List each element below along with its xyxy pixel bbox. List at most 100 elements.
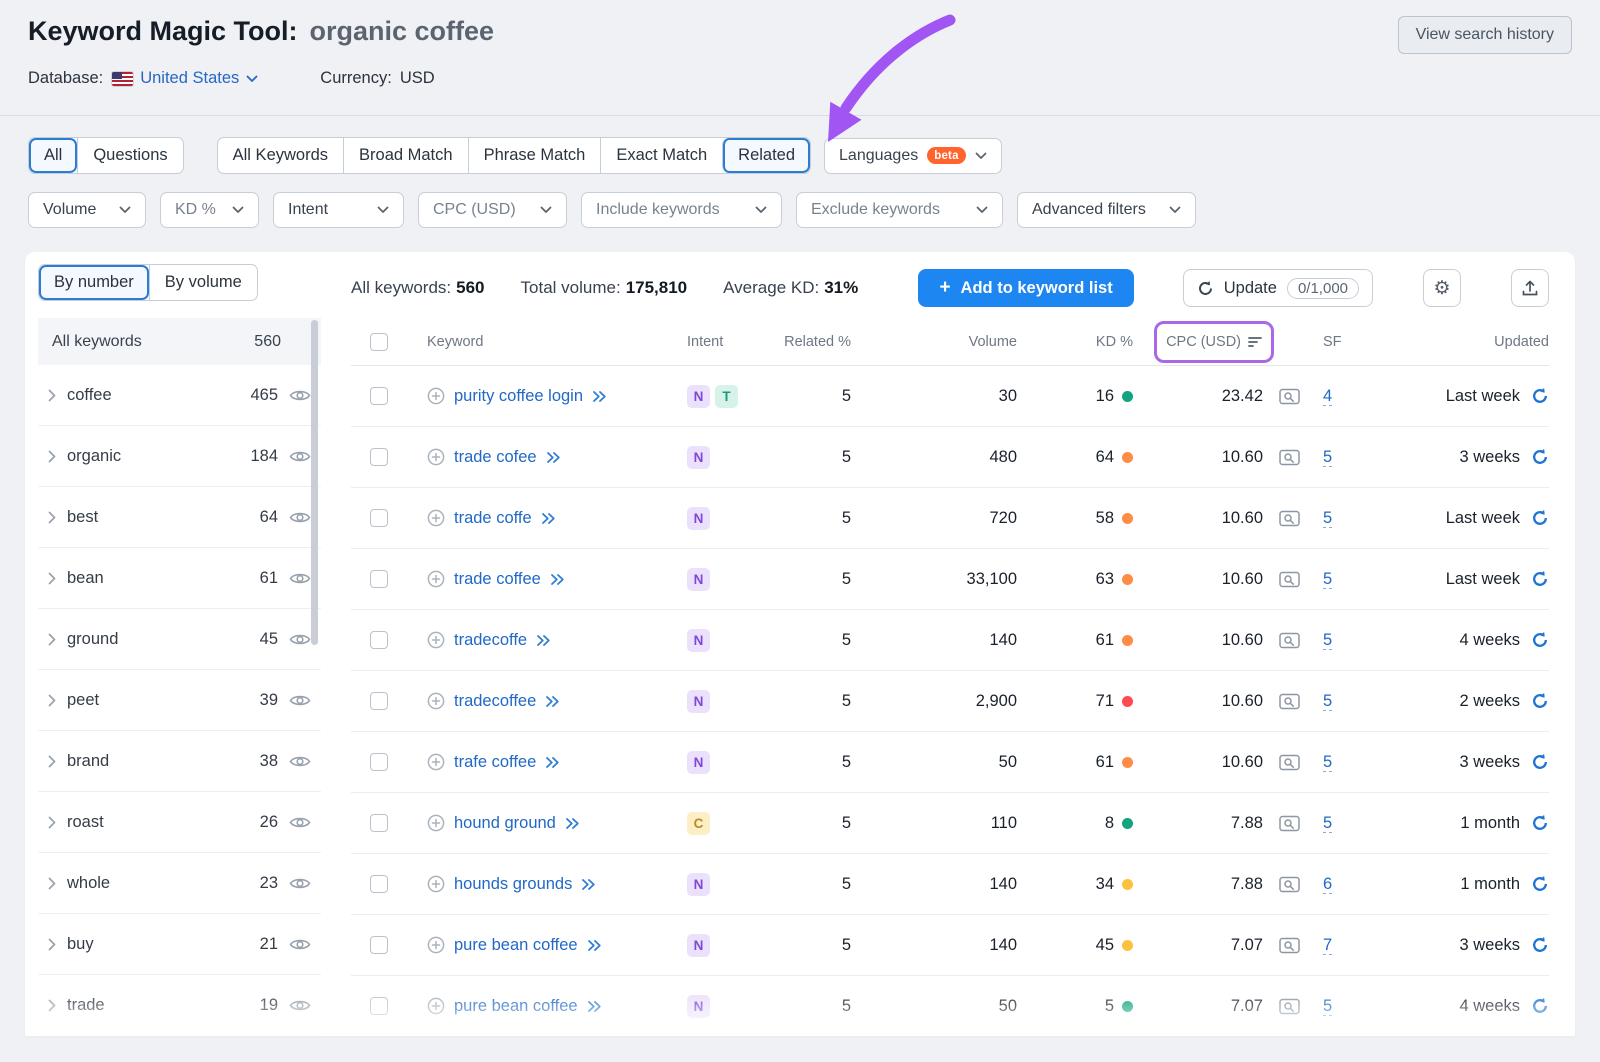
match-tab[interactable]: Questions bbox=[77, 138, 182, 173]
keyword-group-item[interactable]: coffee 465 bbox=[38, 365, 321, 426]
sf-link[interactable]: 5 bbox=[1323, 692, 1332, 711]
column-header-cpc[interactable]: CPC (USD) bbox=[1133, 321, 1263, 363]
refresh-keyword-icon[interactable] bbox=[1531, 692, 1549, 710]
add-keyword-plus-icon[interactable] bbox=[427, 509, 445, 527]
serp-preview-icon[interactable] bbox=[1279, 509, 1300, 528]
keyword-group-item[interactable]: peet 39 bbox=[38, 670, 321, 731]
filter-dropdown[interactable]: Include keywords bbox=[581, 192, 782, 228]
add-keyword-plus-icon[interactable] bbox=[427, 814, 445, 832]
match-tab[interactable]: All bbox=[29, 138, 77, 173]
keyword-group-item[interactable]: organic 184 bbox=[38, 426, 321, 487]
sf-link[interactable]: 5 bbox=[1323, 570, 1332, 589]
sf-link[interactable]: 4 bbox=[1323, 387, 1332, 406]
open-keyword-icon[interactable] bbox=[541, 512, 556, 525]
keyword-link[interactable]: hounds grounds bbox=[454, 875, 572, 894]
filter-dropdown[interactable]: Exclude keywords bbox=[796, 192, 1003, 228]
row-checkbox[interactable] bbox=[370, 448, 388, 466]
keyword-link[interactable]: pure bean coffee bbox=[454, 997, 578, 1016]
column-header-sf[interactable]: SF bbox=[1315, 334, 1357, 350]
view-search-history-button[interactable]: View search history bbox=[1398, 16, 1572, 54]
keyword-group-item[interactable]: brand 38 bbox=[38, 731, 321, 792]
match-tab[interactable]: Exact Match bbox=[600, 138, 722, 173]
keyword-link[interactable]: trafe coffee bbox=[454, 753, 536, 772]
sf-link[interactable]: 5 bbox=[1323, 997, 1332, 1016]
row-checkbox[interactable] bbox=[370, 875, 388, 893]
open-keyword-icon[interactable] bbox=[545, 756, 560, 769]
serp-preview-icon[interactable] bbox=[1279, 631, 1300, 650]
refresh-keyword-icon[interactable] bbox=[1531, 875, 1549, 893]
serp-preview-icon[interactable] bbox=[1279, 814, 1300, 833]
keyword-group-item[interactable]: ground 45 bbox=[38, 609, 321, 670]
match-tab[interactable]: All Keywords bbox=[218, 138, 343, 173]
open-keyword-icon[interactable] bbox=[592, 390, 607, 403]
keyword-link[interactable]: tradecoffe bbox=[454, 631, 527, 650]
add-keyword-plus-icon[interactable] bbox=[427, 448, 445, 466]
sf-link[interactable]: 5 bbox=[1323, 509, 1332, 528]
all-keywords-group[interactable]: All keywords 560 bbox=[38, 318, 321, 365]
open-keyword-icon[interactable] bbox=[546, 451, 561, 464]
keyword-link[interactable]: trade coffe bbox=[454, 509, 532, 528]
eye-icon[interactable] bbox=[289, 388, 311, 403]
export-button[interactable] bbox=[1511, 269, 1549, 307]
column-header-updated[interactable]: Updated bbox=[1357, 334, 1549, 350]
keyword-group-item[interactable]: bean 61 bbox=[38, 548, 321, 609]
open-keyword-icon[interactable] bbox=[581, 878, 596, 891]
row-checkbox[interactable] bbox=[370, 570, 388, 588]
filter-dropdown[interactable]: Advanced filters bbox=[1017, 192, 1196, 228]
sf-link[interactable]: 5 bbox=[1323, 448, 1332, 467]
keyword-group-item[interactable]: buy 21 bbox=[38, 914, 321, 975]
row-checkbox[interactable] bbox=[370, 509, 388, 527]
keyword-link[interactable]: trade coffee bbox=[454, 570, 541, 589]
keyword-link[interactable]: hound ground bbox=[454, 814, 556, 833]
column-header-intent[interactable]: Intent bbox=[671, 334, 741, 350]
refresh-keyword-icon[interactable] bbox=[1531, 570, 1549, 588]
refresh-keyword-icon[interactable] bbox=[1531, 936, 1549, 954]
eye-icon[interactable] bbox=[289, 937, 311, 952]
eye-icon[interactable] bbox=[289, 632, 311, 647]
by-volume-toggle[interactable]: By volume bbox=[149, 265, 257, 300]
column-header-volume[interactable]: Volume bbox=[851, 334, 1017, 350]
open-keyword-icon[interactable] bbox=[587, 1000, 602, 1013]
column-header-kd[interactable]: KD % bbox=[1017, 334, 1133, 350]
column-header-keyword[interactable]: Keyword bbox=[407, 334, 671, 350]
eye-icon[interactable] bbox=[289, 510, 311, 525]
refresh-keyword-icon[interactable] bbox=[1531, 997, 1549, 1015]
add-keyword-plus-icon[interactable] bbox=[427, 875, 445, 893]
by-number-toggle[interactable]: By number bbox=[39, 265, 149, 300]
serp-preview-icon[interactable] bbox=[1279, 875, 1300, 894]
eye-icon[interactable] bbox=[289, 815, 311, 830]
open-keyword-icon[interactable] bbox=[565, 817, 580, 830]
add-keyword-plus-icon[interactable] bbox=[427, 753, 445, 771]
add-keyword-plus-icon[interactable] bbox=[427, 692, 445, 710]
keyword-link[interactable]: trade cofee bbox=[454, 448, 537, 467]
keyword-group-item[interactable]: whole 23 bbox=[38, 853, 321, 914]
keyword-link[interactable]: purity coffee login bbox=[454, 387, 583, 406]
add-keyword-plus-icon[interactable] bbox=[427, 387, 445, 405]
refresh-keyword-icon[interactable] bbox=[1531, 814, 1549, 832]
keyword-link[interactable]: pure bean coffee bbox=[454, 936, 578, 955]
open-keyword-icon[interactable] bbox=[545, 695, 560, 708]
match-tab[interactable]: Related bbox=[722, 138, 810, 173]
column-header-related[interactable]: Related % bbox=[741, 334, 851, 350]
refresh-keyword-icon[interactable] bbox=[1531, 448, 1549, 466]
row-checkbox[interactable] bbox=[370, 814, 388, 832]
row-checkbox[interactable] bbox=[370, 997, 388, 1015]
sf-link[interactable]: 5 bbox=[1323, 814, 1332, 833]
update-button[interactable]: Update 0/1,000 bbox=[1183, 269, 1373, 307]
row-checkbox[interactable] bbox=[370, 692, 388, 710]
serp-preview-icon[interactable] bbox=[1279, 448, 1300, 467]
keyword-group-item[interactable]: roast 26 bbox=[38, 792, 321, 853]
open-keyword-icon[interactable] bbox=[550, 573, 565, 586]
row-checkbox[interactable] bbox=[370, 936, 388, 954]
open-keyword-icon[interactable] bbox=[587, 939, 602, 952]
serp-preview-icon[interactable] bbox=[1279, 936, 1300, 955]
serp-preview-icon[interactable] bbox=[1279, 692, 1300, 711]
eye-icon[interactable] bbox=[289, 998, 311, 1013]
eye-icon[interactable] bbox=[289, 754, 311, 769]
open-keyword-icon[interactable] bbox=[536, 634, 551, 647]
refresh-keyword-icon[interactable] bbox=[1531, 509, 1549, 527]
eye-icon[interactable] bbox=[289, 571, 311, 586]
add-to-keyword-list-button[interactable]: + Add to keyword list bbox=[918, 269, 1133, 307]
refresh-keyword-icon[interactable] bbox=[1531, 387, 1549, 405]
row-checkbox[interactable] bbox=[370, 753, 388, 771]
